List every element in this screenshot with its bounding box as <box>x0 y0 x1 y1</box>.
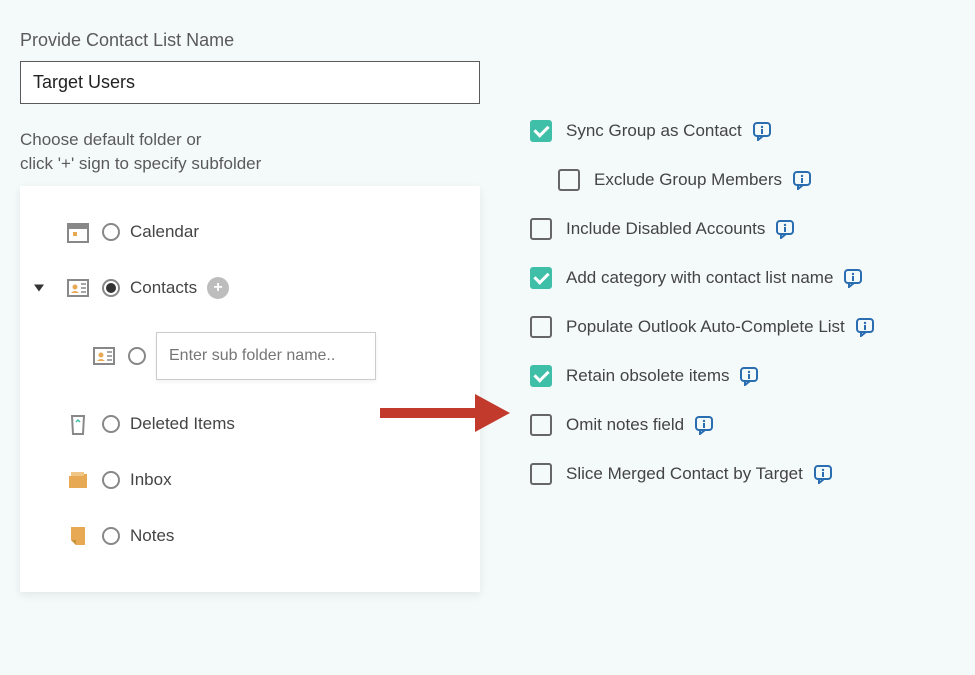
retain-obsolete-label: Retain obsolete items <box>566 366 729 386</box>
option-populate-outlook[interactable]: Populate Outlook Auto-Complete List <box>530 316 877 338</box>
trash-icon <box>66 412 90 436</box>
deleted-label: Deleted Items <box>130 414 235 434</box>
contacts-sub-icon <box>92 344 116 368</box>
notes-label: Notes <box>130 526 174 546</box>
option-exclude-group[interactable]: Exclude Group Members <box>558 169 877 191</box>
include-disabled-label: Include Disabled Accounts <box>566 219 765 239</box>
sync-group-label: Sync Group as Contact <box>566 121 742 141</box>
option-include-disabled[interactable]: Include Disabled Accounts <box>530 218 877 240</box>
retain-obsolete-checkbox[interactable] <box>530 365 552 387</box>
contacts-label: Contacts <box>130 278 197 298</box>
inbox-label: Inbox <box>130 470 172 490</box>
option-omit-notes[interactable]: Omit notes field <box>530 414 877 436</box>
omit-notes-label: Omit notes field <box>566 415 684 435</box>
options-panel: Sync Group as Contact Exclude Group Memb… <box>530 120 877 512</box>
populate-outlook-checkbox[interactable] <box>530 316 552 338</box>
expand-caret-icon[interactable] <box>34 284 44 291</box>
contact-name-label: Provide Contact List Name <box>20 30 955 51</box>
slice-merged-checkbox[interactable] <box>530 463 552 485</box>
slice-merged-label: Slice Merged Contact by Target <box>566 464 803 484</box>
info-icon[interactable] <box>813 464 835 484</box>
contacts-radio[interactable] <box>102 279 120 297</box>
option-add-category[interactable]: Add category with contact list name <box>530 267 877 289</box>
contacts-icon <box>66 276 90 300</box>
add-subfolder-button[interactable]: + <box>207 277 229 299</box>
option-retain-obsolete[interactable]: Retain obsolete items <box>530 365 877 387</box>
inbox-radio[interactable] <box>102 471 120 489</box>
folder-item-contacts[interactable]: Contacts + <box>30 260 470 316</box>
folder-item-deleted[interactable]: Deleted Items <box>30 396 470 452</box>
subfolder-name-input[interactable] <box>156 332 376 380</box>
option-sync-group[interactable]: Sync Group as Contact <box>530 120 877 142</box>
include-disabled-checkbox[interactable] <box>530 218 552 240</box>
notes-radio[interactable] <box>102 527 120 545</box>
option-slice-merged[interactable]: Slice Merged Contact by Target <box>530 463 877 485</box>
info-icon[interactable] <box>792 170 814 190</box>
inbox-icon <box>66 468 90 492</box>
folder-item-notes[interactable]: Notes <box>30 508 470 564</box>
subfolder-item <box>30 316 470 396</box>
populate-outlook-label: Populate Outlook Auto-Complete List <box>566 317 845 337</box>
subfolder-radio[interactable] <box>128 347 146 365</box>
contact-name-input[interactable] <box>20 61 480 104</box>
calendar-radio[interactable] <box>102 223 120 241</box>
info-icon[interactable] <box>694 415 716 435</box>
info-icon[interactable] <box>855 317 877 337</box>
add-category-checkbox[interactable] <box>530 267 552 289</box>
notes-icon <box>66 524 90 548</box>
info-icon[interactable] <box>739 366 761 386</box>
folder-item-inbox[interactable]: Inbox <box>30 452 470 508</box>
omit-notes-checkbox[interactable] <box>530 414 552 436</box>
calendar-label: Calendar <box>130 222 199 242</box>
info-icon[interactable] <box>775 219 797 239</box>
info-icon[interactable] <box>843 268 865 288</box>
exclude-group-label: Exclude Group Members <box>594 170 782 190</box>
contact-name-section: Provide Contact List Name <box>20 30 955 104</box>
info-icon[interactable] <box>752 121 774 141</box>
calendar-icon <box>66 220 90 244</box>
folder-item-calendar[interactable]: Calendar <box>30 204 470 260</box>
exclude-group-checkbox[interactable] <box>558 169 580 191</box>
folder-tree: Calendar Contacts + Deleted Items Inbox <box>20 186 480 592</box>
deleted-radio[interactable] <box>102 415 120 433</box>
sync-group-checkbox[interactable] <box>530 120 552 142</box>
add-category-label: Add category with contact list name <box>566 268 833 288</box>
